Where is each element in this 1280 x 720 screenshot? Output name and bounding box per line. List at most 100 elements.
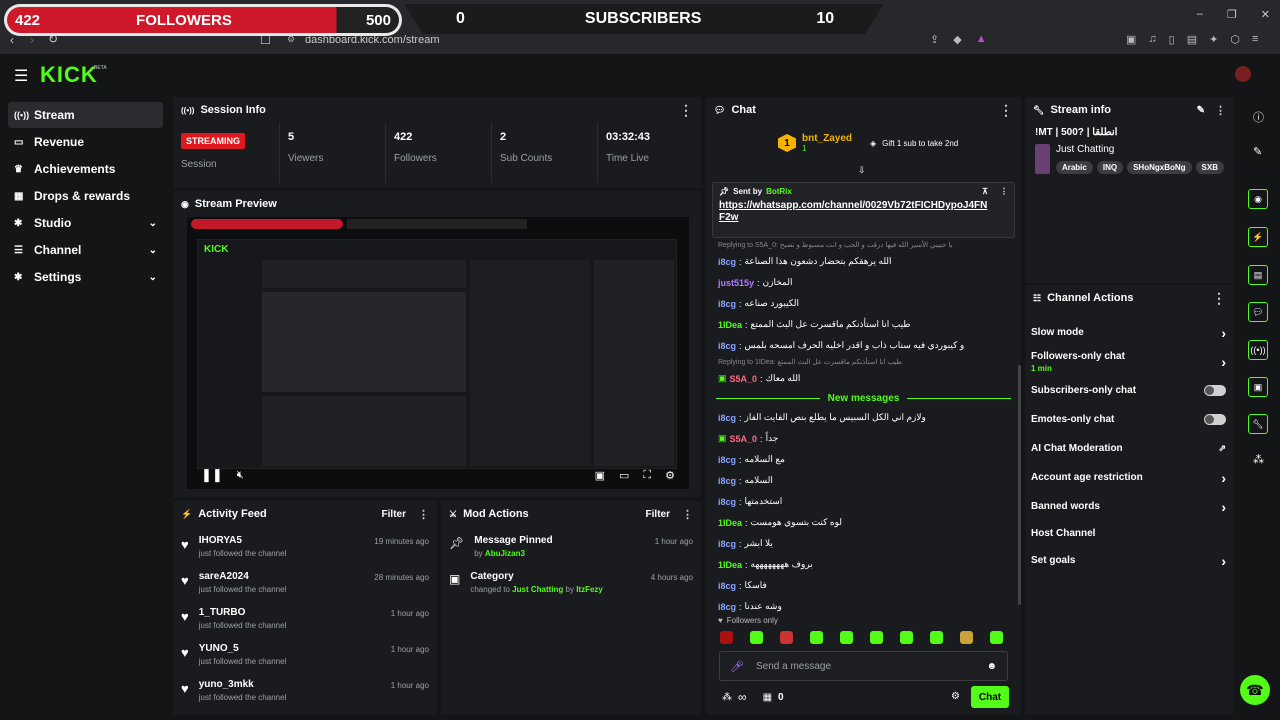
broadcast-toggle-icon[interactable]: ((•)) — [1248, 340, 1268, 360]
kebab-menu-icon[interactable]: ⋮ — [682, 508, 693, 521]
emote-icon[interactable] — [930, 631, 943, 644]
shield-icon[interactable]: ◆ — [953, 33, 961, 46]
chat-user[interactable]: just515y — [718, 278, 754, 288]
slow-mode-row[interactable]: Slow mode › — [1025, 318, 1234, 347]
chat-user[interactable]: i8cg — [718, 497, 736, 507]
emote-icon[interactable] — [780, 631, 793, 644]
follower-name[interactable]: YUNO_5 — [199, 643, 381, 654]
tag[interactable]: INQ — [1096, 161, 1124, 174]
notes-toggle-icon[interactable]: ▤ — [1248, 265, 1268, 285]
chat-user[interactable]: i8cg — [718, 581, 736, 591]
music-icon[interactable]: ♫ — [1148, 33, 1156, 46]
account-age-row[interactable]: Account age restriction › — [1025, 463, 1234, 492]
follower-name[interactable]: sareA2024 — [199, 571, 365, 582]
chat-user[interactable]: i8cg — [718, 455, 736, 465]
fullscreen-icon[interactable]: ⛶ — [643, 469, 651, 482]
filter-button[interactable]: Filter — [646, 509, 670, 520]
restore-icon[interactable]: ❐ — [1227, 8, 1237, 21]
tab-icon[interactable]: ▣ — [1126, 33, 1136, 46]
chat-scrollbar[interactable] — [1018, 365, 1021, 605]
host-channel-row[interactable]: Host Channel — [1025, 521, 1234, 546]
filter-button[interactable]: Filter — [382, 509, 406, 520]
chat-user[interactable]: S5A_0 — [730, 374, 758, 384]
kick-logo[interactable]: KICK — [40, 62, 98, 88]
send-chat-button[interactable]: Chat — [971, 686, 1009, 708]
chat-input[interactable]: 🎤︎ Send a message ☻ — [719, 651, 1008, 681]
kebab-menu-icon[interactable]: ⋮ — [1212, 290, 1226, 307]
triangle-icon[interactable]: ▲ — [976, 33, 987, 46]
sidebar-item-achievements[interactable]: ♛ Achievements — [8, 156, 163, 182]
sidebar-item-studio[interactable]: ✱ Studio ⌄ — [8, 210, 163, 236]
kebab-menu-icon[interactable]: ⋮ — [1215, 104, 1226, 117]
emote-icon[interactable] — [720, 631, 733, 644]
pinned-link[interactable]: https://whatsapp.com/channel/0029Vb72tFI… — [719, 200, 1008, 224]
chat-settings-icon[interactable]: ⚙ — [951, 691, 960, 702]
chat-user[interactable]: 1IDea — [718, 518, 742, 528]
kebab-menu-icon[interactable]: ⋮ — [999, 102, 1013, 119]
kebab-menu-icon[interactable]: ⋮ — [679, 102, 693, 119]
sidebar-item-drops[interactable]: ▦ Drops & rewards — [8, 183, 163, 209]
close-icon[interactable]: ✕ — [1261, 8, 1270, 21]
emote-icon[interactable] — [750, 631, 763, 644]
users-icon[interactable]: ⁂ — [722, 692, 732, 703]
follower-name[interactable]: 1_TURBO — [199, 607, 381, 618]
pip-icon[interactable]: ▣ — [595, 469, 605, 482]
kebab-menu-icon[interactable]: ⋮ — [418, 508, 429, 521]
microphone-icon[interactable]: 🎤︎ — [730, 660, 744, 673]
chat-toggle-icon[interactable]: 💬︎ — [1248, 302, 1268, 322]
subscribers-only-toggle[interactable] — [1204, 385, 1226, 396]
settings-icon[interactable]: ⚙ — [665, 469, 675, 482]
gift-label[interactable]: Gift 1 sub to take 2nd — [882, 139, 958, 148]
pinned-user[interactable]: BotRix — [766, 187, 792, 196]
follower-name[interactable]: IHORYA5 — [199, 535, 365, 546]
sidebar-item-channel[interactable]: ☰ Channel ⌄ — [8, 237, 163, 263]
unpin-icon[interactable]: ⊼ — [982, 187, 988, 196]
ai-moderation-row[interactable]: AI Chat Moderation ⇗ — [1025, 434, 1234, 463]
tag[interactable]: SXB — [1195, 161, 1224, 174]
follower-name[interactable]: yuno_3mkk — [199, 679, 381, 690]
pencil-icon[interactable]: ✎ — [1253, 145, 1262, 158]
tag[interactable]: Arabic — [1055, 161, 1093, 174]
category-link[interactable]: Just Chatting — [512, 585, 563, 594]
set-goals-row[interactable]: Set goals › — [1025, 546, 1234, 575]
kebab-menu-icon[interactable]: ⋮ — [1000, 187, 1008, 196]
extensions-icon[interactable]: ✦ — [1209, 33, 1218, 46]
emote-icon[interactable] — [840, 631, 853, 644]
users-icon[interactable]: ⁂ — [1253, 453, 1264, 466]
chat-user[interactable]: i8cg — [718, 413, 736, 423]
emote-icon[interactable] — [990, 631, 1003, 644]
wrench-toggle-icon[interactable]: 🔧︎ — [1248, 414, 1268, 434]
mod-user[interactable]: ItzFezy — [576, 585, 603, 594]
emotes-only-toggle[interactable] — [1204, 414, 1226, 425]
chat-user[interactable]: i8cg — [718, 299, 736, 309]
minimize-icon[interactable]: – — [1197, 8, 1203, 21]
chat-user[interactable]: i8cg — [718, 602, 736, 612]
hamburger-icon[interactable]: ☰ — [14, 66, 28, 86]
chat-user[interactable]: i8cg — [718, 539, 736, 549]
edit-icon[interactable]: ✎ — [1197, 105, 1205, 116]
share-icon[interactable]: ⇪ — [930, 33, 939, 46]
chat-user[interactable]: i8cg — [718, 257, 736, 267]
sidebar-item-settings[interactable]: ✱ Settings ⌄ — [8, 264, 163, 290]
chat-user[interactable]: 1IDea — [718, 320, 742, 330]
lightning-toggle-icon[interactable]: ⚡ — [1248, 227, 1268, 247]
followers-only-row[interactable]: Followers-only chat 1 min › — [1025, 347, 1234, 376]
back-icon[interactable]: ‹ — [10, 33, 14, 47]
avatar[interactable] — [1235, 66, 1251, 82]
support-chat-button[interactable]: ☎ — [1240, 675, 1270, 705]
banned-words-row[interactable]: Banned words › — [1025, 492, 1234, 521]
points-icon[interactable]: ▦ — [763, 692, 772, 703]
chat-user[interactable]: S5A_0 — [730, 434, 758, 444]
sidebar-icon[interactable]: ▯ — [1169, 33, 1175, 46]
mute-icon[interactable]: 🔇︎ — [237, 469, 244, 482]
top-gifter-name[interactable]: bnt_Zayed — [802, 133, 852, 144]
preview-toggle-icon[interactable]: ◉ — [1248, 189, 1268, 209]
mod-user[interactable]: AbuJizan3 — [485, 549, 525, 558]
emote-icon[interactable] — [870, 631, 883, 644]
mod-toggle-icon[interactable]: ▣ — [1248, 377, 1268, 397]
chat-user[interactable]: i8cg — [718, 476, 736, 486]
emote-icon[interactable] — [810, 631, 823, 644]
chat-user[interactable]: i8cg — [718, 341, 736, 351]
category-name[interactable]: Just Chatting — [1056, 144, 1224, 155]
scroll-indicator-icon[interactable]: ⇩ — [858, 165, 866, 176]
